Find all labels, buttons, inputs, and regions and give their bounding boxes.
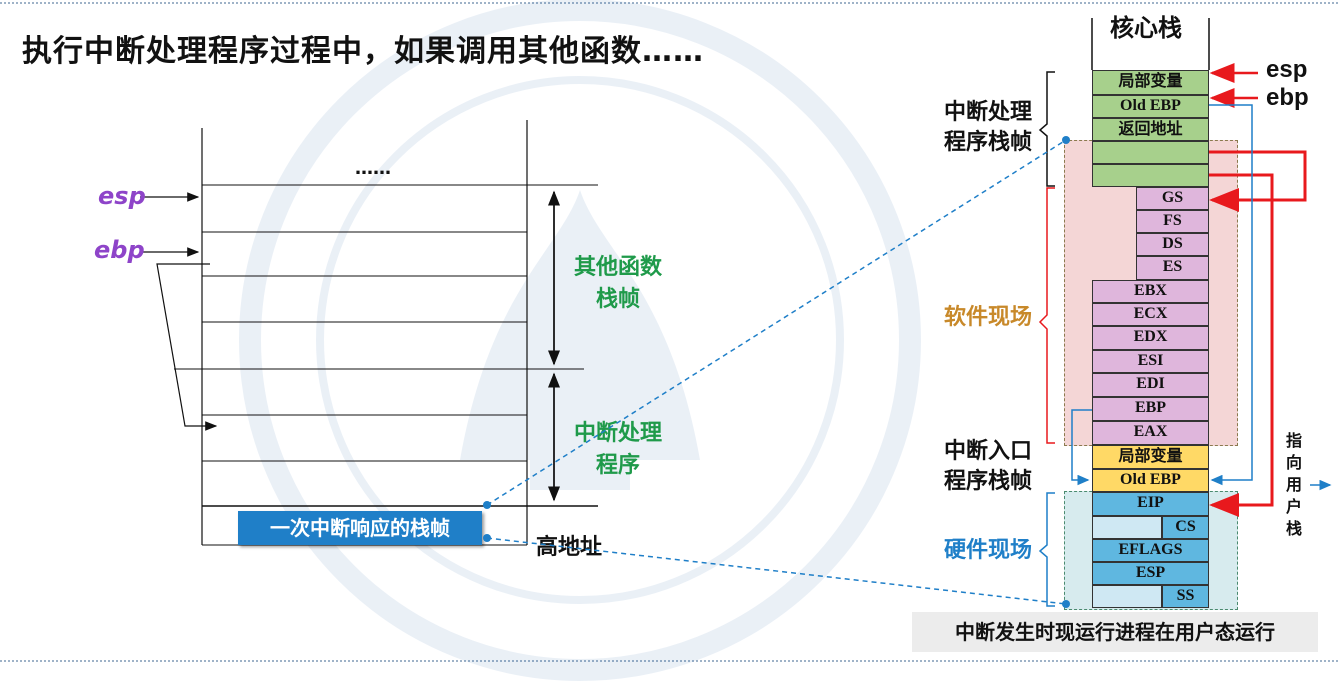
cell-local-var-top: 局部变量 [1092, 70, 1209, 95]
cell-local-var-entry: 局部变量 [1092, 445, 1209, 469]
cell-edi: EDI [1092, 373, 1209, 397]
cell-gs: GS [1136, 187, 1209, 210]
interrupt-handler-frame-label: 中断处理 程序栈帧 [943, 100, 1032, 155]
cell-es: ES [1136, 256, 1209, 280]
cell-esi: ESI [1092, 350, 1209, 373]
cell-edx: EDX [1092, 326, 1209, 350]
hardware-context-label: 硬件现场 [943, 538, 1032, 563]
cell-fs: FS [1136, 210, 1209, 233]
cell-green-blank-2 [1092, 164, 1209, 187]
user-stack-pointer-label: 指 向 用 户 栈 [1285, 431, 1302, 538]
cell-return-address: 返回地址 [1092, 118, 1209, 141]
interrupt-entry-frame-label: 中断入口 程序栈帧 [943, 439, 1032, 494]
cell-ecx: ECX [1092, 303, 1209, 326]
cell-esp: ESP [1092, 562, 1209, 585]
cell-ss-pad [1092, 585, 1162, 608]
cell-eip: EIP [1092, 492, 1209, 516]
cell-eax: EAX [1092, 421, 1209, 445]
cell-green-blank-1 [1092, 141, 1209, 164]
esp-register-label: esp [1266, 56, 1308, 83]
ebp-register-label: ebp [1266, 84, 1309, 111]
software-context-label: 软件现场 [943, 305, 1032, 330]
cell-ebp: EBP [1092, 397, 1209, 421]
cell-cs-pad [1092, 516, 1162, 539]
cell-ds: DS [1136, 233, 1209, 256]
cell-old-ebp-entry: Old EBP [1092, 469, 1209, 492]
cell-ebx: EBX [1092, 280, 1209, 303]
caption-box: 中断发生时现运行进程在用户态运行 [912, 612, 1318, 652]
cell-cs: CS [1162, 516, 1209, 539]
cell-ss: SS [1162, 585, 1209, 608]
cell-eflags: EFLAGS [1092, 539, 1209, 562]
cell-old-ebp-top: Old EBP [1092, 95, 1209, 118]
